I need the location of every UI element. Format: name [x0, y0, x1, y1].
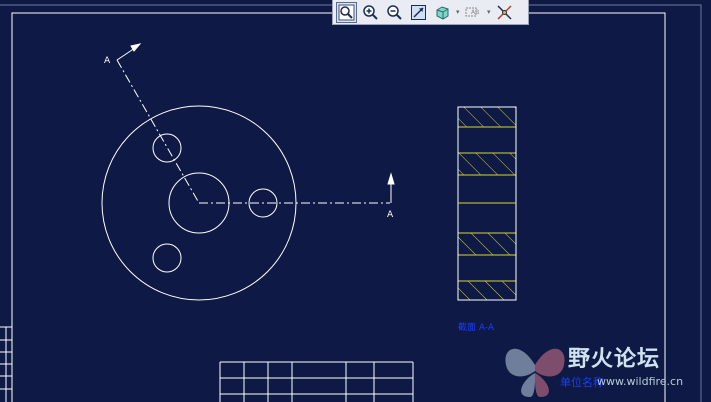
bolt-hole-bottom [152, 243, 182, 273]
dropdown-indicator-2: ▾ [487, 7, 491, 16]
watermark-title: 野火论坛 [568, 347, 661, 372]
section-view [457, 106, 517, 301]
section-cut-line [116, 59, 390, 204]
section-arrow-right [387, 172, 395, 203]
title-block-grid [219, 361, 414, 402]
zoom-extents-icon [411, 4, 426, 20]
zoom-extents-button[interactable] [408, 2, 429, 23]
hatch-band-4 [457, 280, 517, 301]
measure-icon [497, 4, 512, 20]
cube-icon [436, 5, 449, 20]
zoom-in-button[interactable] [360, 2, 381, 23]
zoom-out-button[interactable] [384, 2, 405, 23]
text-style-glyph: AB [471, 9, 479, 16]
zoom-out-icon [387, 4, 402, 20]
measure-button[interactable] [494, 2, 515, 23]
dropdown-indicator: ▾ [456, 7, 460, 16]
bolt-hole-top [152, 133, 182, 163]
text-style-button[interactable]: AB [463, 2, 484, 23]
zoom-window-button[interactable] [336, 1, 357, 23]
section-mark-right: A [387, 210, 394, 220]
hatch-band-3 [457, 232, 517, 256]
zoom-window-icon [338, 4, 355, 20]
forum-watermark: 野火论坛 www.wildfire.cn [500, 335, 711, 402]
section-caption: 截面 A-A [458, 321, 495, 333]
view-toolbar: ▾ AB ▾ [332, 0, 529, 25]
hatch-band-1 [457, 106, 517, 128]
text-style-icon: AB [465, 7, 479, 16]
watermark-url: www.wildfire.cn [597, 375, 684, 388]
left-edge-table [0, 326, 12, 402]
hatch-band-2 [457, 152, 517, 176]
section-mark-left: A [104, 56, 111, 66]
butterfly-logo-icon [505, 348, 565, 397]
section-arrow-left [116, 43, 142, 61]
zoom-in-icon [363, 4, 378, 20]
3d-view-button[interactable] [432, 2, 453, 23]
